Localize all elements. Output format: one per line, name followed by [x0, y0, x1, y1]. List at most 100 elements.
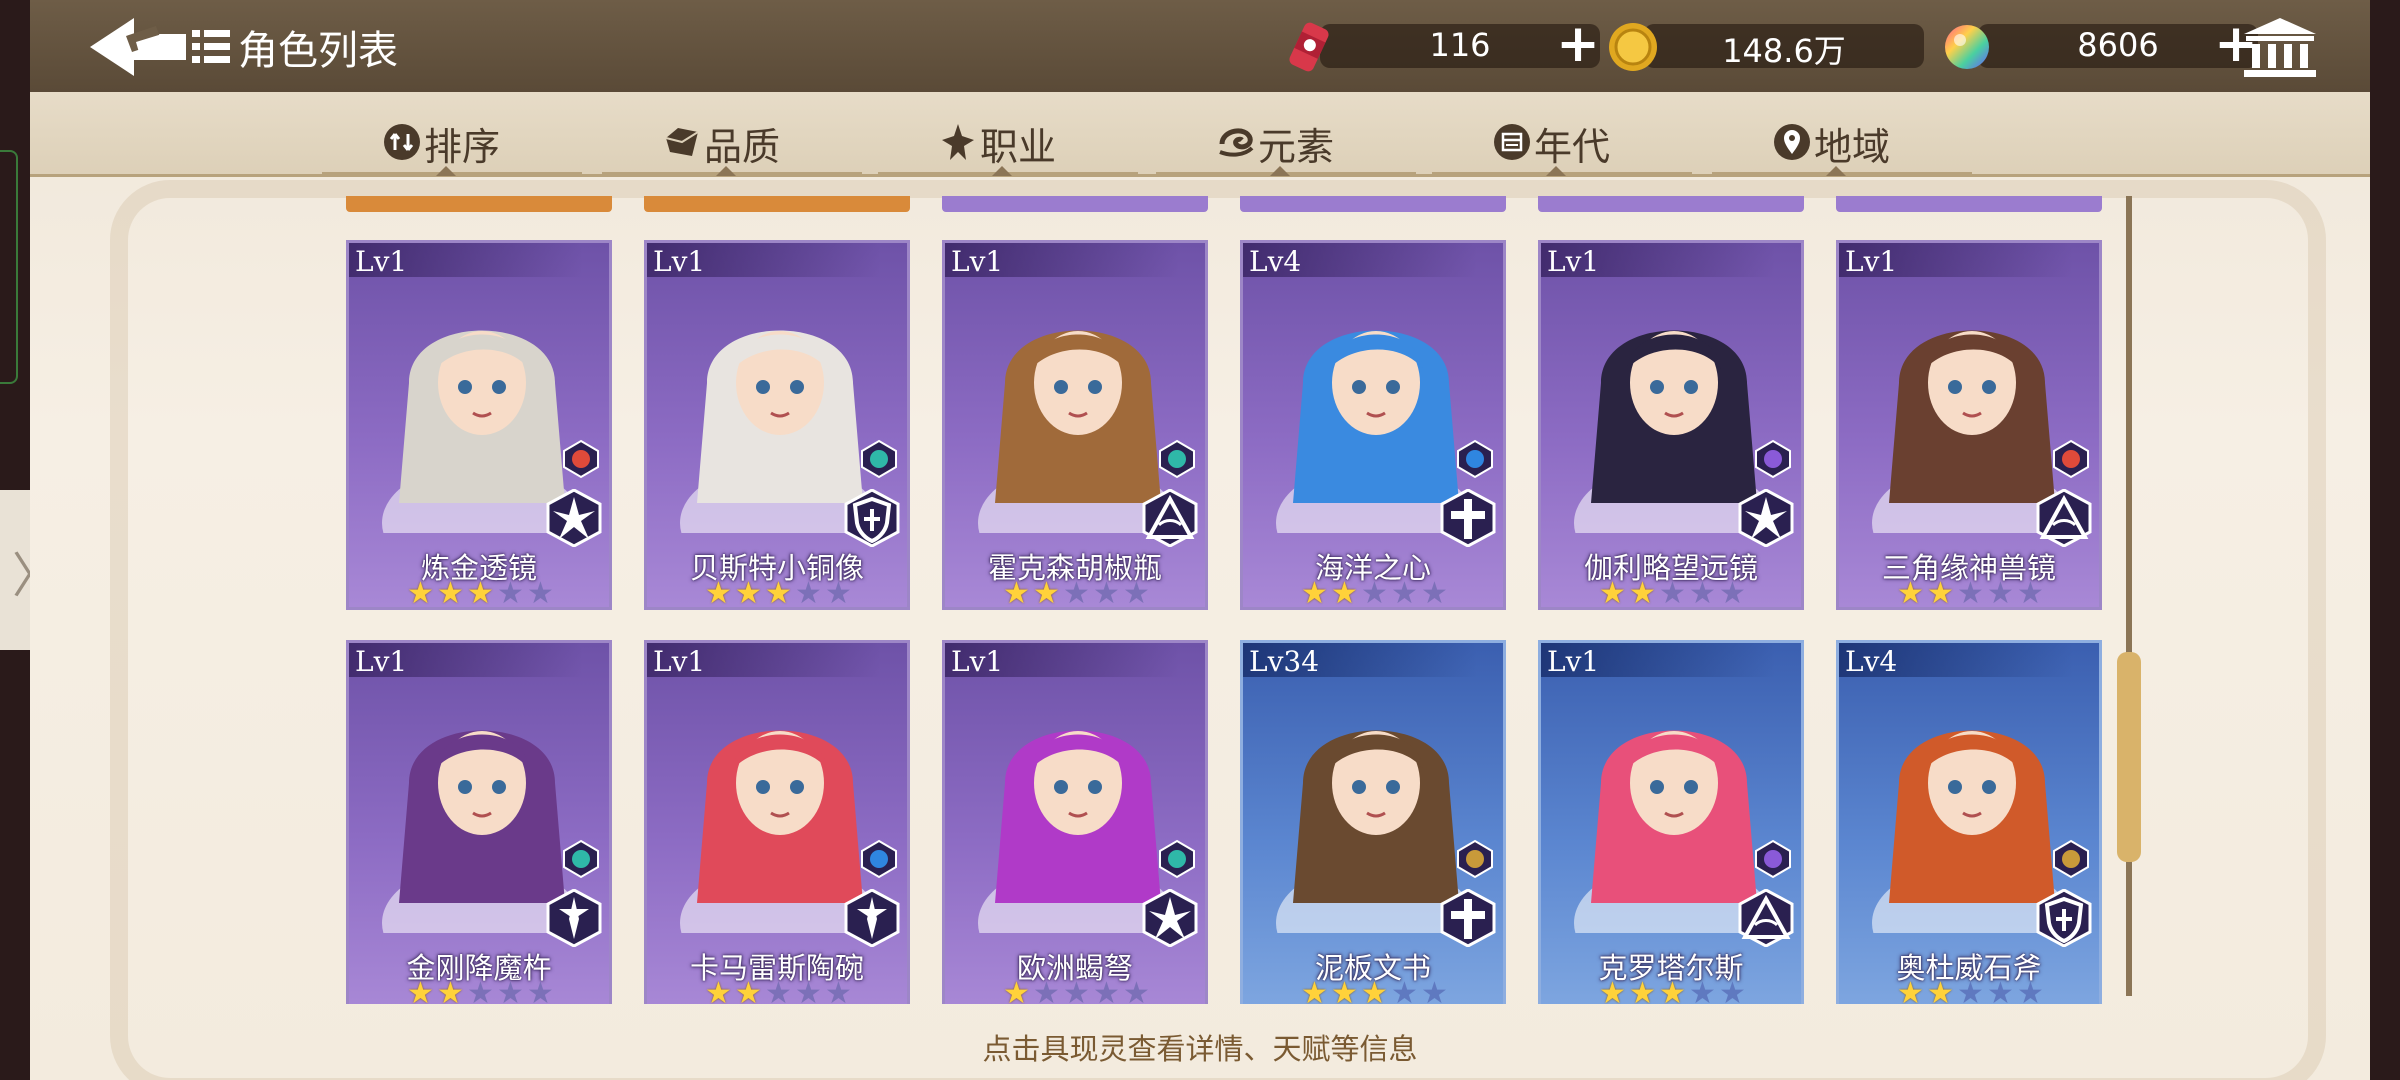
- filter-class-label: 职业: [980, 125, 1057, 169]
- warrior-class-icon: [546, 889, 602, 947]
- previous-row-card-edge: [346, 196, 612, 212]
- star-empty-icon: ★: [825, 976, 852, 1005]
- star-filled-icon: ★: [1897, 976, 1924, 1005]
- star-empty-icon: ★: [467, 976, 494, 1005]
- star-empty-icon: ★: [2017, 976, 2044, 1005]
- rainbow-gem-icon: [1945, 25, 1989, 69]
- star-filled-icon: ★: [407, 576, 434, 610]
- star-empty-icon: ★: [795, 576, 822, 610]
- star-empty-icon: ★: [765, 976, 792, 1005]
- healer-class-icon: [1440, 489, 1496, 547]
- mage-class-icon: [1738, 889, 1794, 947]
- star-filled-icon: ★: [1301, 976, 1328, 1005]
- fire-element-icon: [2053, 439, 2089, 479]
- star-filled-icon: ★: [1003, 976, 1030, 1005]
- mage-class-icon: [1142, 489, 1198, 547]
- star-filled-icon: ★: [1897, 576, 1924, 610]
- character-card[interactable]: Lv1 卡马雷斯陶碗 ★ ★ ★ ★ ★: [644, 640, 910, 1004]
- star-filled-icon: ★: [1659, 976, 1686, 1005]
- gold-coin-icon: [1609, 23, 1657, 71]
- level-label: Lv1: [653, 645, 706, 678]
- lightning-element-icon: [1755, 439, 1791, 479]
- scrollbar-thumb[interactable]: [2117, 652, 2141, 862]
- character-card[interactable]: Lv1 欧洲蝎弩 ★ ★ ★ ★ ★: [942, 640, 1208, 1004]
- character-grid[interactable]: Lv1 炼金透镜 ★ ★ ★ ★ ★ Lv1 贝斯特小铜像 ★ ★ ★ ★ ★ Lv1 霍克森胡椒瓶 ★ ★ ★ ★ ★…: [330, 196, 2120, 1004]
- wind-element-icon: [861, 439, 897, 479]
- water-element-icon: [1457, 439, 1493, 479]
- star-filled-icon: ★: [735, 576, 762, 610]
- character-card[interactable]: Lv1 霍克森胡椒瓶 ★ ★ ★ ★ ★: [942, 240, 1208, 610]
- wind-element-icon: [1159, 439, 1195, 479]
- star-empty-icon: ★: [1391, 976, 1418, 1005]
- star-filled-icon: ★: [1629, 976, 1656, 1005]
- previous-row-card-edge: [1538, 196, 1804, 212]
- star-filled-icon: ★: [437, 576, 464, 610]
- filter-element-label: 元素: [1258, 125, 1335, 169]
- star-empty-icon: ★: [1093, 976, 1120, 1005]
- star-filled-icon: ★: [705, 976, 732, 1005]
- level-label: Lv1: [1845, 245, 1898, 278]
- level-label: Lv1: [653, 245, 706, 278]
- assassin-class-icon: [546, 489, 602, 547]
- star-empty-icon: ★: [1391, 576, 1418, 610]
- star-empty-icon: ★: [825, 576, 852, 610]
- star-filled-icon: ★: [1331, 576, 1358, 610]
- gem-value: 8606: [2077, 26, 2159, 64]
- level-label: Lv1: [355, 645, 408, 678]
- location-pin-icon: [1774, 124, 1810, 160]
- star-empty-icon: ★: [527, 576, 554, 610]
- element-swirl-icon: [1219, 128, 1254, 157]
- character-card[interactable]: Lv1 贝斯特小铜像 ★ ★ ★ ★ ★: [644, 240, 910, 610]
- star-filled-icon: ★: [735, 976, 762, 1005]
- star-empty-icon: ★: [2017, 576, 2044, 610]
- character-card[interactable]: Lv1 炼金透镜 ★ ★ ★ ★ ★: [346, 240, 612, 610]
- character-card[interactable]: Lv1 三角缘神兽镜 ★ ★ ★ ★ ★: [1836, 240, 2102, 610]
- character-card[interactable]: Lv1 克罗塔尔斯 ★ ★ ★ ★ ★: [1538, 640, 1804, 1004]
- level-label: Lv1: [951, 645, 1004, 678]
- guardian-class-icon: [2036, 889, 2092, 947]
- list-icon: [192, 30, 230, 63]
- star-empty-icon: ★: [795, 976, 822, 1005]
- star-empty-icon: ★: [1987, 576, 2014, 610]
- filter-era-label: 年代: [1534, 125, 1611, 169]
- add-stamina-button[interactable]: +: [1556, 18, 1600, 70]
- back-arrow-icon[interactable]: [86, 12, 196, 82]
- star-empty-icon: ★: [1421, 976, 1448, 1005]
- side-edge-indicator: [0, 150, 18, 384]
- warrior-class-icon: [844, 889, 900, 947]
- star-filled-icon: ★: [765, 576, 792, 610]
- star-filled-icon: ★: [1003, 576, 1030, 610]
- soda-can-icon: [1289, 22, 1329, 72]
- filter-region-label: 地域: [1814, 125, 1891, 169]
- healer-class-icon: [1440, 889, 1496, 947]
- star-filled-icon: ★: [1599, 976, 1626, 1005]
- character-card[interactable]: Lv4 奥杜威石斧 ★ ★ ★ ★ ★: [1836, 640, 2102, 1004]
- star-empty-icon: ★: [1123, 576, 1150, 610]
- star-empty-icon: ★: [1421, 576, 1448, 610]
- lightning-element-icon: [1755, 839, 1791, 879]
- star-empty-icon: ★: [497, 576, 524, 610]
- character-card[interactable]: Lv1 伽利略望远镜 ★ ★ ★ ★ ★: [1538, 240, 1804, 610]
- page-title: 角色列表: [238, 28, 398, 74]
- museum-icon[interactable]: [2240, 16, 2320, 80]
- character-card[interactable]: Lv1 金刚降魔杵 ★ ★ ★ ★ ★: [346, 640, 612, 1004]
- stamina-value: 116: [1429, 26, 1491, 64]
- previous-row-card-edge: [942, 196, 1208, 212]
- star-filled-icon: ★: [1927, 976, 1954, 1005]
- star-empty-icon: ★: [1093, 576, 1120, 610]
- filter-quality-label: 品质: [704, 125, 781, 169]
- star-empty-icon: ★: [1957, 576, 1984, 610]
- star-empty-icon: ★: [1689, 976, 1716, 1005]
- earth-element-icon: [2053, 839, 2089, 879]
- top-bar: 角色列表 116 + 148.6万 8606 +: [30, 0, 2370, 96]
- character-card[interactable]: Lv4 海洋之心 ★ ★ ★ ★ ★: [1240, 240, 1506, 610]
- fire-element-icon: [563, 439, 599, 479]
- star-filled-icon: ★: [705, 576, 732, 610]
- star-empty-icon: ★: [1063, 576, 1090, 610]
- mage-class-icon: [2036, 489, 2092, 547]
- star-filled-icon: ★: [1927, 576, 1954, 610]
- star-empty-icon: ★: [1063, 976, 1090, 1005]
- character-card[interactable]: Lv34 泥板文书 ★ ★ ★ ★ ★: [1240, 640, 1506, 1004]
- hint-text: 点击具现灵查看详情、天赋等信息: [982, 1032, 1418, 1066]
- sort-icon: [384, 124, 420, 160]
